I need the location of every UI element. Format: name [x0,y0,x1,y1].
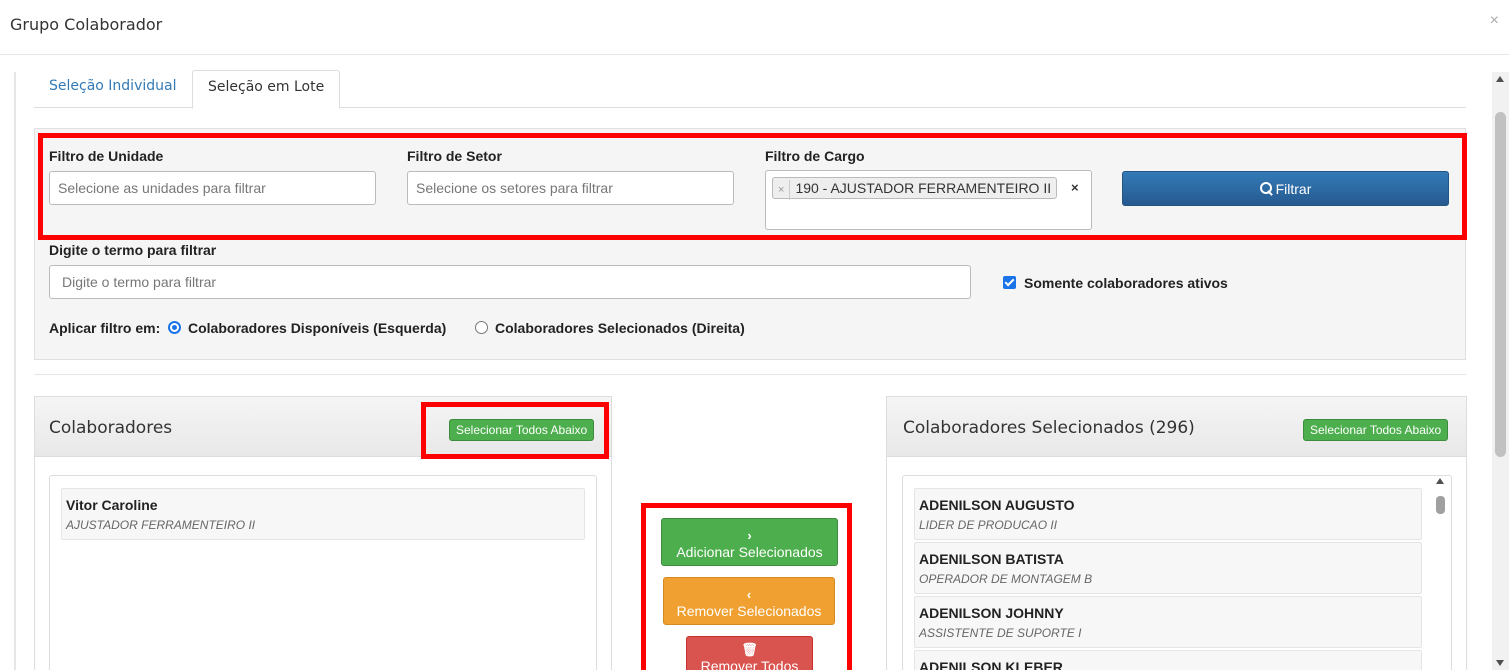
chevron-right-icon: › [747,528,752,543]
filter-button-label: Filtrar [1275,180,1312,197]
selected-list: ADENILSON AUGUSTO LIDER DE PRODUCAO II A… [902,475,1452,670]
term-filter-label: Digite o termo para filtrar [49,242,217,258]
modal-header: Grupo Colaborador × [0,0,1509,55]
only-active-label: Somente colaboradores ativos [1024,275,1228,291]
tab-selecao-em-lote[interactable]: Seleção em Lote [192,70,341,109]
select-all-right-button[interactable]: Selecionar Todos Abaixo [1303,419,1449,441]
term-filter-input[interactable] [49,265,971,299]
chevron-left-icon: ‹ [746,587,752,602]
cargo-filter-label: Filtro de Cargo [765,148,865,164]
scroll-up-arrow-icon[interactable] [1496,76,1504,82]
list-item[interactable]: ADENILSON KLEBER [914,650,1422,670]
list-item[interactable]: ADENILSON JOHNNY ASSISTENTE DE SUPORTE I [914,596,1422,648]
selecionados-panel-header: Colaboradores Selecionados (296) Selecio… [887,397,1466,457]
list-item[interactable]: Vitor Caroline AJUSTADOR FERRAMENTEIRO I… [61,488,585,540]
scroll-thumb[interactable] [1495,112,1506,457]
setor-filter-input[interactable] [407,171,734,205]
selecionados-panel: Colaboradores Selecionados (296) Selecio… [886,396,1467,670]
scroll-down-arrow-icon[interactable] [1496,660,1504,666]
item-name: ADENILSON JOHNNY [919,605,1064,621]
clear-selection-icon[interactable]: × [1071,180,1079,195]
item-name: ADENILSON AUGUSTO [919,497,1075,513]
only-active-checkbox[interactable] [1003,276,1016,289]
cargo-chip: × 190 - AJUSTADOR FERRAMENTEIRO II [772,177,1058,200]
available-list: Vitor Caroline AJUSTADOR FERRAMENTEIRO I… [49,475,597,670]
item-role: AJUSTADOR FERRAMENTEIRO II [66,518,256,532]
modal-title: Grupo Colaborador [10,15,163,34]
unidade-filter-label: Filtro de Unidade [49,148,164,164]
remove-selected-button[interactable]: ‹ Remover Selecionados [663,577,835,625]
colaboradores-panel: Colaboradores Selecionar Todos Abaixo Vi… [34,396,612,670]
item-name: ADENILSON BATISTA [919,551,1064,567]
page-scrollbar[interactable] [1492,72,1509,670]
item-role: OPERADOR DE MONTAGEM B [919,572,1093,586]
close-icon[interactable]: × [1490,12,1499,30]
content-left-border [14,72,16,670]
list-item[interactable]: ADENILSON BATISTA OPERADOR DE MONTAGEM B [914,542,1422,594]
remove-all-button[interactable]: 🗑 Remover Todos [686,636,813,670]
add-selected-label: Adicionar Selecionados [676,544,823,560]
item-role: LIDER DE PRODUCAO II [919,518,1058,532]
divider [34,374,1466,375]
radio-disponiveis-label: Colaboradores Disponíveis (Esquerda) [188,320,447,336]
tab-selecao-individual[interactable]: Seleção Individual [34,70,191,109]
search-icon [1259,181,1273,195]
item-name: Vitor Caroline [66,497,158,513]
selected-list-scrollbar[interactable] [1433,476,1447,670]
unidade-filter-input[interactable] [49,171,376,205]
tab-bar: Seleção Individual Seleção em Lote [34,70,1466,109]
select-all-left-button[interactable]: Selecionar Todos Abaixo [449,419,595,441]
scroll-thumb[interactable] [1436,496,1445,514]
chip-remove-icon[interactable]: × [773,180,791,200]
item-name: ADENILSON KLEBER [919,659,1063,670]
radio-disponiveis[interactable] [168,321,181,334]
scroll-up-arrow-icon[interactable] [1436,478,1444,484]
setor-filter-label: Filtro de Setor [407,148,502,164]
item-role: ASSISTENTE DE SUPORTE I [919,626,1082,640]
list-item[interactable]: ADENILSON AUGUSTO LIDER DE PRODUCAO II [914,488,1422,540]
remove-selected-label: Remover Selecionados [676,603,822,619]
apply-filter-label: Aplicar filtro em: [49,320,161,336]
filter-button[interactable]: Filtrar [1122,171,1449,206]
cargo-filter-select[interactable]: × 190 - AJUSTADOR FERRAMENTEIRO II × [765,170,1092,230]
colaboradores-title: Colaboradores [49,418,173,438]
radio-selecionados[interactable] [475,321,488,334]
selecionados-title: Colaboradores Selecionados (296) [903,418,1195,438]
remove-all-label: Remover Todos [700,658,799,670]
trash-icon: 🗑 [741,642,758,657]
cargo-chip-label: 190 - AJUSTADOR FERRAMENTEIRO II [795,180,1052,196]
radio-selecionados-label: Colaboradores Selecionados (Direita) [495,320,745,336]
add-selected-button[interactable]: › Adicionar Selecionados [661,518,838,566]
colaboradores-panel-header: Colaboradores Selecionar Todos Abaixo [35,397,611,457]
